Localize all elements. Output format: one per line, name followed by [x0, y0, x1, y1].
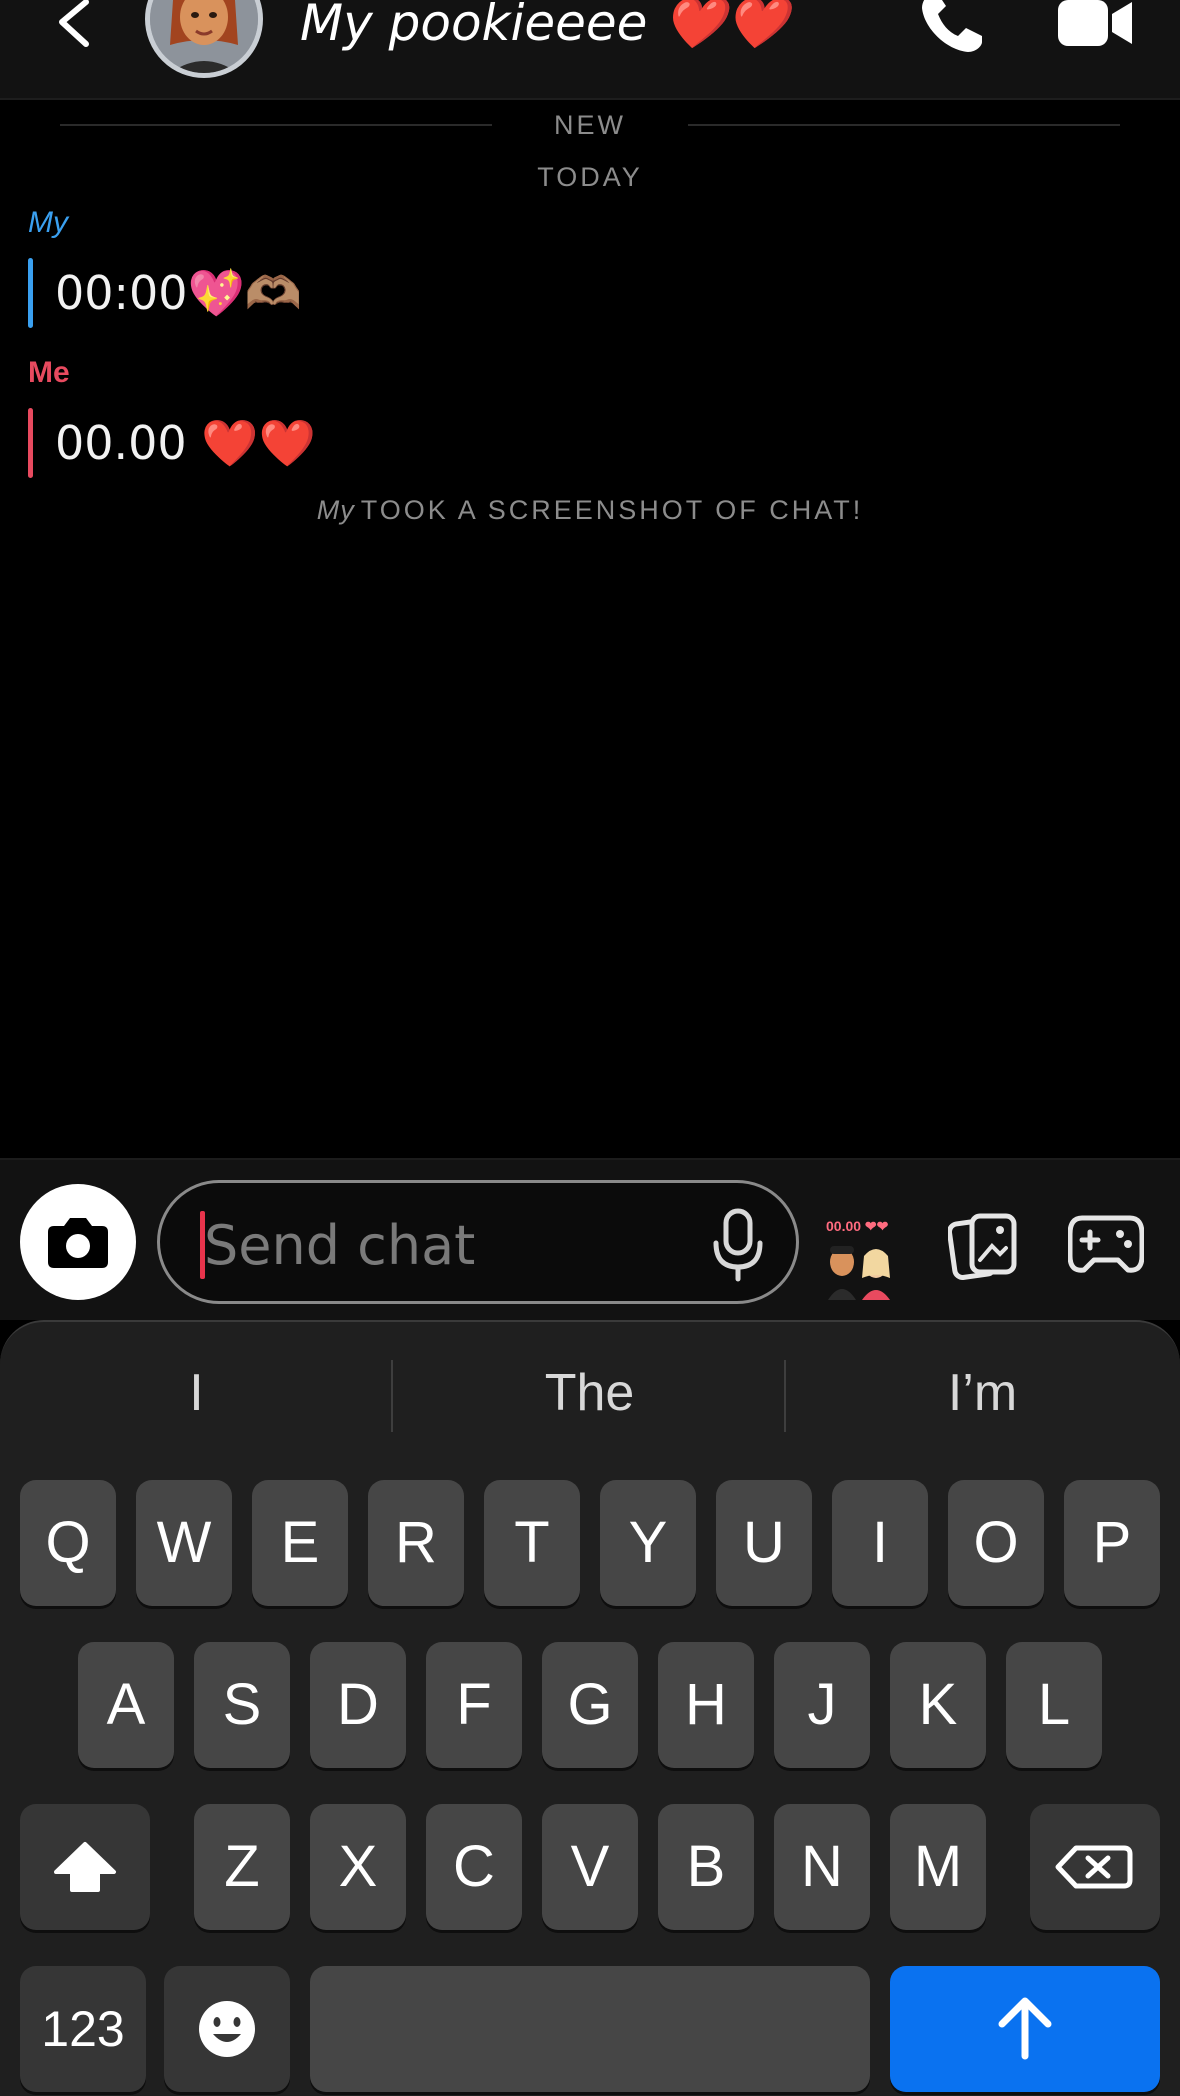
- key[interactable]: U: [716, 1480, 812, 1606]
- message[interactable]: 00:00💖🫶🏽: [28, 258, 428, 328]
- sender-name: My: [28, 206, 68, 239]
- key[interactable]: L: [1006, 1642, 1102, 1768]
- key[interactable]: Q: [20, 1480, 116, 1606]
- message-text: 00.00 ❤️❤️: [55, 416, 316, 470]
- message-text: 00:00💖🫶🏽: [55, 266, 303, 320]
- key[interactable]: O: [948, 1480, 1044, 1606]
- keyboard: I The I’m Q W E R T Y U I O P A S D F G …: [0, 1320, 1180, 2096]
- key[interactable]: G: [542, 1642, 638, 1768]
- send-key[interactable]: [890, 1966, 1160, 2092]
- chat-input[interactable]: [204, 1205, 684, 1285]
- key[interactable]: D: [310, 1642, 406, 1768]
- camera-icon: [48, 1218, 108, 1268]
- key[interactable]: Y: [600, 1480, 696, 1606]
- key[interactable]: S: [194, 1642, 290, 1768]
- key[interactable]: F: [426, 1642, 522, 1768]
- avatar[interactable]: [145, 0, 263, 78]
- chevron-left-icon[interactable]: [52, 0, 102, 50]
- key[interactable]: R: [368, 1480, 464, 1606]
- bitmoji-sticker-caption: 00.00 ❤❤: [826, 1218, 889, 1234]
- suggestion[interactable]: The: [393, 1360, 786, 1426]
- bitmoji-avatar-icon: [150, 0, 258, 73]
- shift-key[interactable]: [20, 1804, 150, 1930]
- key[interactable]: J: [774, 1642, 870, 1768]
- screenshot-notice-user: My: [316, 495, 355, 525]
- key[interactable]: K: [890, 1642, 986, 1768]
- send-arrow-icon: [998, 1997, 1052, 2060]
- suggestion[interactable]: I: [0, 1360, 393, 1426]
- suggestion[interactable]: I’m: [786, 1360, 1179, 1426]
- chat-composer: 00.00 ❤❤: [0, 1158, 1180, 1320]
- key[interactable]: V: [542, 1804, 638, 1930]
- memories-icon[interactable]: [948, 1212, 1020, 1280]
- space-key[interactable]: [310, 1966, 870, 2092]
- key[interactable]: N: [774, 1804, 870, 1930]
- key[interactable]: A: [78, 1642, 174, 1768]
- numbers-key[interactable]: 123: [20, 1966, 146, 2092]
- new-divider-label: NEW: [554, 110, 626, 140]
- screenshot-notice-text: TOOK A SCREENSHOT OF CHAT!: [360, 495, 864, 525]
- key[interactable]: X: [310, 1804, 406, 1930]
- screenshot-notice: My TOOK A SCREENSHOT OF CHAT!: [0, 495, 1180, 526]
- bitmoji-sticker-icon: [828, 1246, 890, 1300]
- message-sender-bar: [28, 258, 33, 328]
- key[interactable]: T: [484, 1480, 580, 1606]
- date-divider-label: TODAY: [537, 162, 643, 192]
- message-sender-bar: [28, 408, 33, 478]
- sender-name: Me: [28, 356, 70, 389]
- emoji-key[interactable]: [164, 1966, 290, 2092]
- key[interactable]: C: [426, 1804, 522, 1930]
- video-camera-icon[interactable]: [1058, 0, 1134, 46]
- phone-icon[interactable]: [918, 0, 988, 54]
- shift-icon: [54, 1842, 116, 1892]
- microphone-icon[interactable]: [708, 1205, 768, 1285]
- divider-line-left: [60, 124, 492, 126]
- bitmoji-sticker-button[interactable]: 00.00 ❤❤: [820, 1218, 900, 1308]
- key[interactable]: M: [890, 1804, 986, 1930]
- message[interactable]: 00.00 ❤️❤️: [28, 408, 428, 478]
- key[interactable]: W: [136, 1480, 232, 1606]
- key[interactable]: E: [252, 1480, 348, 1606]
- chat-screen: My pookieeee ❤️❤️ NEW TODAY My 00:00💖🫶🏽 …: [0, 0, 1180, 2096]
- game-controller-icon[interactable]: [1068, 1212, 1144, 1276]
- key[interactable]: I: [832, 1480, 928, 1606]
- chat-input-field[interactable]: [157, 1180, 799, 1304]
- chat-header: My pookieeee ❤️❤️: [0, 0, 1180, 100]
- backspace-icon: [1055, 1845, 1133, 1889]
- camera-button[interactable]: [20, 1184, 136, 1300]
- key[interactable]: B: [658, 1804, 754, 1930]
- key[interactable]: H: [658, 1642, 754, 1768]
- chat-title[interactable]: My pookieeee ❤️❤️: [300, 0, 788, 58]
- key[interactable]: Z: [194, 1804, 290, 1930]
- emoji-icon: [199, 2001, 255, 2057]
- divider-line-right: [688, 124, 1120, 126]
- backspace-key[interactable]: [1030, 1804, 1160, 1930]
- key[interactable]: P: [1064, 1480, 1160, 1606]
